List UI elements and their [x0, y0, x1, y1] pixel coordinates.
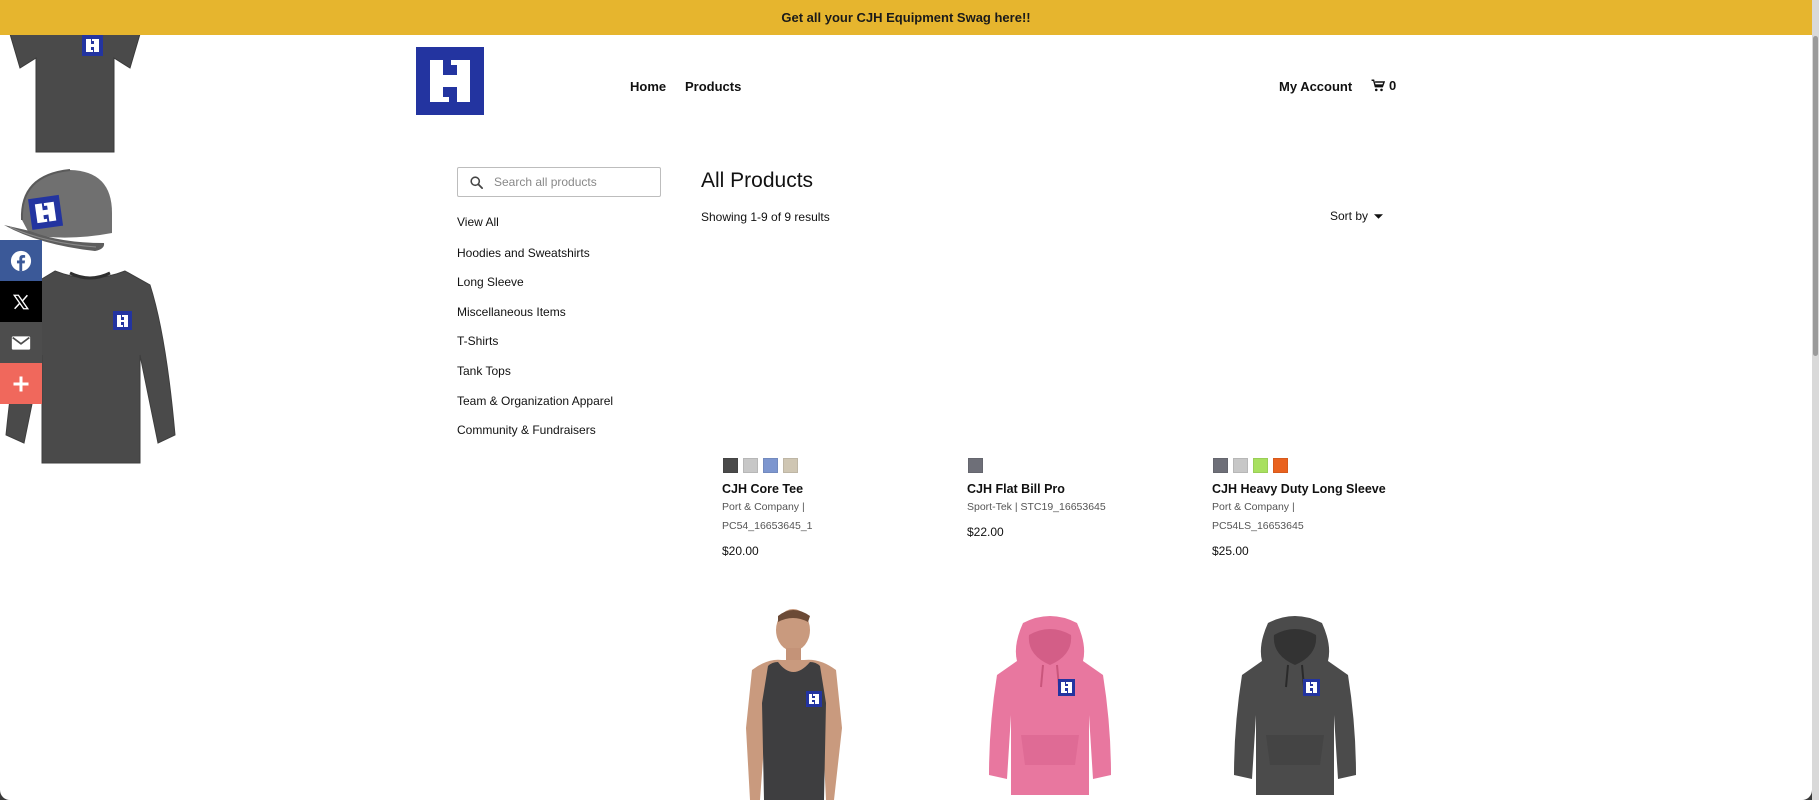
category-t-shirts[interactable]: T-Shirts — [457, 334, 498, 348]
results-count: Showing 1-9 of 9 results — [701, 210, 830, 224]
share-x-button[interactable] — [0, 281, 42, 322]
caret-down-icon — [1374, 213, 1384, 219]
search-box[interactable] — [457, 167, 661, 197]
product-image-pink-hoodie[interactable] — [985, 615, 1115, 800]
x-icon — [12, 294, 30, 309]
category-long-sleeve[interactable]: Long Sleeve — [457, 275, 524, 289]
category-team-organization-apparel[interactable]: Team & Organization Apparel — [457, 394, 613, 408]
email-icon — [11, 335, 31, 350]
search-input[interactable] — [494, 175, 644, 189]
product-name[interactable]: CJH Core Tee — [722, 482, 803, 496]
product-image-grey-hoodie[interactable] — [1230, 615, 1360, 800]
swatch-safety-orange[interactable] — [1273, 458, 1288, 473]
nav-products-link[interactable]: Products — [685, 79, 741, 94]
site-logo[interactable] — [416, 47, 484, 115]
category-view-all[interactable]: View All — [457, 215, 499, 229]
product-card: CJH Flat Bill Pro Sport-Tek | STC19_1665… — [0, 165, 1812, 539]
swatch-safety-green[interactable] — [1253, 458, 1268, 473]
product-name[interactable]: CJH Flat Bill Pro — [967, 482, 1065, 496]
sort-by-dropdown[interactable]: Sort by — [1330, 209, 1384, 223]
product-image-heavy-duty-long-sleeve[interactable] — [0, 265, 1812, 475]
color-swatches — [723, 458, 798, 473]
swatch-ash[interactable] — [1233, 458, 1248, 473]
product-price: $25.00 — [1212, 544, 1249, 558]
category-community-fundraisers[interactable]: Community & Fundraisers — [457, 423, 596, 437]
scrollbar-thumb[interactable] — [1813, 36, 1818, 356]
category-hoodies-and-sweatshirts[interactable]: Hoodies and Sweatshirts — [457, 246, 590, 260]
product-meta: Sport-Tek | STC19_16653645 — [967, 501, 1106, 513]
category-miscellaneous-items[interactable]: Miscellaneous Items — [457, 305, 566, 319]
page-frame: Get all your CJH Equipment Swag here!! H… — [0, 0, 1812, 800]
swatch-grey[interactable] — [968, 458, 983, 473]
swatch-blue[interactable] — [763, 458, 778, 473]
product-image-flat-bill-pro[interactable] — [0, 165, 1812, 265]
announcement-text: Get all your CJH Equipment Swag here!! — [781, 10, 1031, 25]
swatch-natural[interactable] — [783, 458, 798, 473]
page-title: All Products — [701, 169, 814, 192]
color-swatches — [968, 458, 983, 473]
nav-home-link[interactable]: Home — [630, 79, 666, 94]
cart-icon — [1371, 79, 1385, 92]
share-email-button[interactable] — [0, 322, 42, 363]
cart-button[interactable]: 0 — [1371, 78, 1396, 93]
color-swatches — [1213, 458, 1288, 473]
swatch-dark-heather[interactable] — [1213, 458, 1228, 473]
product-price: $20.00 — [722, 544, 759, 558]
product-name[interactable]: CJH Heavy Duty Long Sleeve — [1212, 482, 1386, 496]
product-price: $22.00 — [967, 525, 1004, 539]
swatch-dark-heather[interactable] — [723, 458, 738, 473]
share-facebook-button[interactable] — [0, 240, 42, 281]
sort-by-label: Sort by — [1330, 209, 1369, 223]
product-meta: Port & Company | PC54_16653645_1 — [722, 501, 813, 532]
cart-count: 0 — [1389, 78, 1397, 93]
share-more-button[interactable] — [0, 363, 42, 404]
search-icon — [458, 175, 494, 190]
product-card: CJH Heavy Duty Long Sleeve Port & Compan… — [0, 265, 1812, 558]
plus-icon — [13, 376, 29, 391]
nav-my-account-link[interactable]: My Account — [1279, 79, 1352, 94]
category-tank-tops[interactable]: Tank Tops — [457, 364, 511, 378]
product-meta: Port & Company | PC54LS_16653645 — [1212, 501, 1304, 532]
swatch-ash[interactable] — [743, 458, 758, 473]
product-image-tank-top[interactable] — [738, 608, 868, 800]
facebook-icon — [10, 250, 32, 271]
announcement-bar: Get all your CJH Equipment Swag here!! — [0, 0, 1812, 35]
